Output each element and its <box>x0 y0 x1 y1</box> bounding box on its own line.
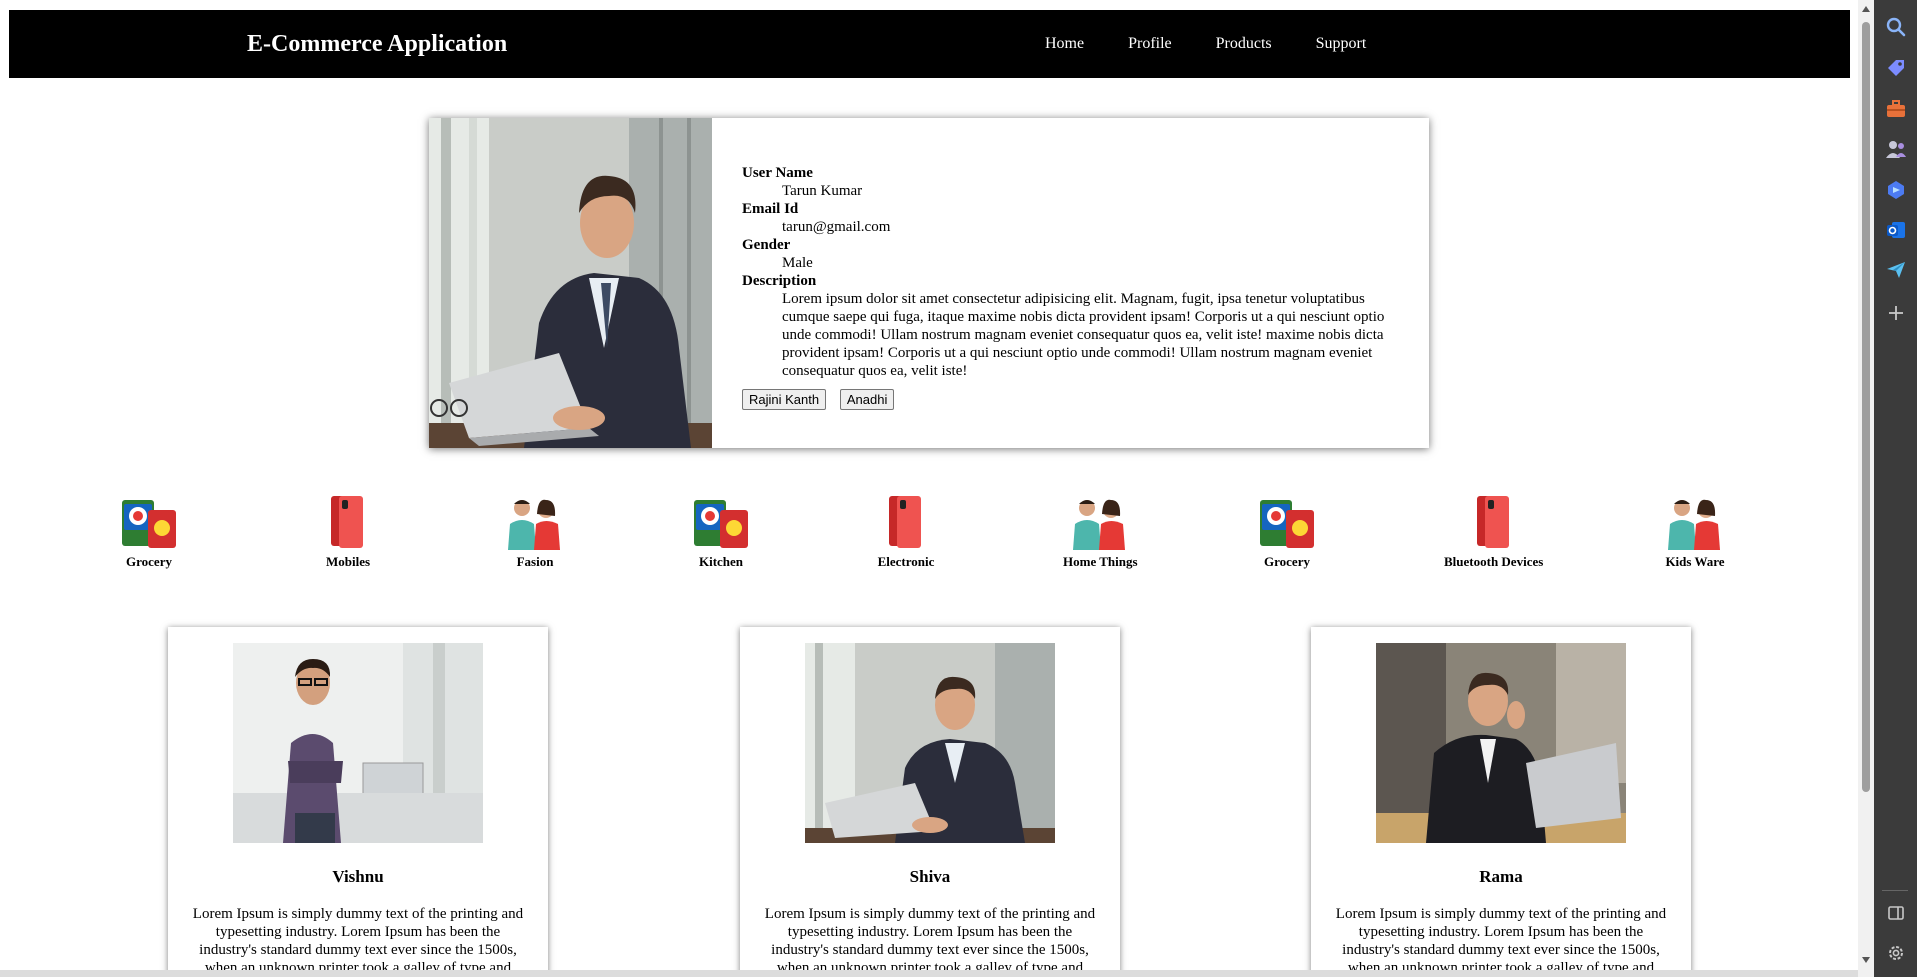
horizontal-scrollbar[interactable] <box>0 970 1858 977</box>
people-icon[interactable] <box>1885 138 1907 160</box>
profile-photo <box>429 118 712 448</box>
category-fasion[interactable]: Fasion <box>500 494 570 570</box>
scroll-up-arrow-icon[interactable] <box>1862 6 1870 12</box>
rajini-kanth-button[interactable]: Rajini Kanth <box>742 389 827 410</box>
person-description: Lorem Ipsum is simply dummy text of the … <box>192 906 524 976</box>
search-icon[interactable] <box>1885 16 1907 38</box>
red-phone-icon <box>1476 496 1509 548</box>
anadhi-button[interactable]: Anadhi <box>839 389 895 410</box>
page-viewport: E-Commerce Application Home Profile Prod… <box>0 0 1858 977</box>
category-bluetooth-devices[interactable]: Bluetooth Devices <box>1444 494 1543 570</box>
person-description: Lorem Ipsum is simply dummy text of the … <box>764 906 1096 976</box>
detergent-pack-icon <box>122 500 176 548</box>
category-kids-ware[interactable]: Kids Ware <box>1660 494 1730 570</box>
category-grocery[interactable]: Grocery <box>118 494 180 570</box>
couple-icon <box>1668 499 1720 550</box>
copilot-icon[interactable] <box>1885 179 1907 201</box>
category-mobiles[interactable]: Mobiles <box>317 494 379 570</box>
nav-link-home[interactable]: Home <box>1045 10 1084 78</box>
couple-icon <box>1073 499 1126 550</box>
person-card-shiva: Shiva Lorem Ipsum is simply dummy text o… <box>740 627 1120 977</box>
person-description: Lorem Ipsum is simply dummy text of the … <box>1335 906 1667 976</box>
user-name-value: Tarun Kumar <box>782 183 863 199</box>
description-value: Lorem ipsum dolor sit amet consectetur a… <box>782 291 1385 379</box>
person-photo <box>1376 643 1626 843</box>
category-label: Fasion <box>516 554 554 569</box>
category-label: Electronic <box>877 554 935 569</box>
category-home-things[interactable]: Home Things <box>1063 494 1138 570</box>
detergent-pack-icon <box>694 500 748 548</box>
outlook-icon[interactable] <box>1885 219 1907 241</box>
profile-buttons: Rajini Kanth Anadhi <box>742 389 1402 410</box>
nav-link-profile[interactable]: Profile <box>1128 10 1172 78</box>
nav-links: Home Profile Products Support <box>1045 10 1410 78</box>
person-card-vishnu: Vishnu Lorem Ipsum is simply dummy text … <box>168 627 548 977</box>
nav-link-support[interactable]: Support <box>1316 10 1367 78</box>
red-phone-icon <box>889 496 921 548</box>
gender-label: Gender <box>742 237 791 253</box>
category-kitchen[interactable]: Kitchen <box>690 494 752 570</box>
brand-title: E-Commerce Application <box>247 31 508 57</box>
email-label: Email Id <box>742 201 799 217</box>
person-photo <box>805 643 1055 843</box>
detergent-pack-icon <box>1260 500 1314 548</box>
red-phone-icon <box>331 496 363 548</box>
email-value: tarun@gmail.com <box>782 219 891 235</box>
profile-card: User Name Tarun Kumar Email Id tarun@gma… <box>429 118 1429 448</box>
scroll-down-arrow-icon[interactable] <box>1862 957 1870 963</box>
profile-details: User Name Tarun Kumar Email Id tarun@gma… <box>742 164 1402 410</box>
category-label: Kids Ware <box>1665 554 1725 569</box>
category-label: Grocery <box>126 554 172 569</box>
nav-link-products[interactable]: Products <box>1216 10 1272 78</box>
navbar: E-Commerce Application Home Profile Prod… <box>9 10 1850 78</box>
sidebar-divider <box>1882 890 1908 891</box>
category-label: Grocery <box>1264 554 1310 569</box>
couple-icon <box>508 499 560 550</box>
browser-sidebar <box>1874 0 1917 977</box>
user-name-label: User Name <box>742 165 813 181</box>
briefcase-icon[interactable] <box>1885 98 1907 120</box>
category-label: Mobiles <box>325 554 371 569</box>
send-icon[interactable] <box>1885 259 1907 281</box>
tag-icon[interactable] <box>1885 57 1907 79</box>
scroll-thumb[interactable] <box>1862 22 1870 792</box>
description-label: Description <box>742 273 817 289</box>
settings-icon[interactable] <box>1885 942 1907 964</box>
vertical-scrollbar[interactable] <box>1858 0 1874 977</box>
add-icon[interactable] <box>1885 302 1907 324</box>
person-name: Vishnu <box>332 867 384 886</box>
category-label: Home Things <box>1063 554 1138 569</box>
category-label: Bluetooth Devices <box>1444 554 1544 569</box>
category-grocery-2[interactable]: Grocery <box>1256 494 1318 570</box>
gender-value: Male <box>782 255 813 271</box>
category-label: Kitchen <box>698 554 744 569</box>
person-name: Shiva <box>909 867 951 886</box>
person-photo <box>233 643 483 843</box>
category-electronic[interactable]: Electronic <box>875 494 937 570</box>
person-name: Rama <box>1479 867 1523 886</box>
panel-icon[interactable] <box>1885 902 1907 924</box>
person-card-rama: Rama Lorem Ipsum is simply dummy text of… <box>1311 627 1691 977</box>
